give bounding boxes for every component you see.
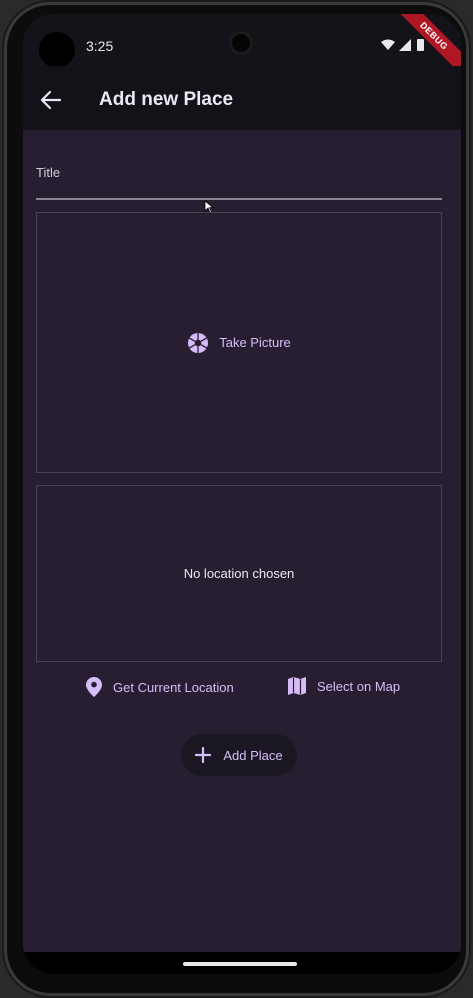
location-status: No location chosen — [183, 566, 295, 581]
image-preview-box: Take Picture — [36, 212, 442, 473]
battery-icon — [417, 39, 424, 51]
location-pin-icon — [86, 677, 102, 697]
select-on-map-button[interactable]: Select on Map — [287, 676, 400, 696]
get-current-location-label: Get Current Location — [113, 679, 234, 695]
camera-cutout — [39, 32, 75, 68]
map-icon — [288, 677, 306, 695]
plus-icon — [195, 747, 212, 763]
signal-icon — [399, 39, 411, 51]
page-title: Add new Place — [99, 89, 234, 110]
device-screen: 3:25 DEBUG Add new Place Title Take Pict… — [23, 14, 461, 974]
status-time: 3:25 — [86, 38, 114, 54]
location-actions: Get Current Location Select on Map — [23, 676, 461, 706]
take-picture-label: Take Picture — [219, 335, 291, 350]
status-icons — [381, 39, 424, 51]
wifi-icon — [381, 39, 395, 50]
gesture-nav-bar — [23, 952, 461, 974]
phone-frame: 3:25 DEBUG Add new Place Title Take Pict… — [4, 2, 469, 996]
title-underline — [36, 198, 442, 200]
home-indicator[interactable] — [183, 962, 297, 966]
location-preview-box: No location chosen — [36, 485, 442, 662]
main-content: Title Take Picture No location chosen Ge… — [23, 130, 461, 952]
add-place-label: Add Place — [223, 747, 283, 763]
status-bar: 3:25 DEBUG — [23, 14, 461, 81]
title-input[interactable] — [36, 154, 446, 200]
title-field[interactable]: Title — [36, 154, 446, 202]
add-place-button[interactable]: Add Place — [181, 734, 297, 776]
take-picture-button[interactable]: Take Picture — [187, 332, 291, 354]
back-arrow-icon[interactable] — [37, 86, 65, 114]
select-on-map-label: Select on Map — [317, 678, 401, 694]
app-bar: Add new Place — [23, 66, 461, 130]
get-current-location-button[interactable]: Get Current Location — [85, 676, 234, 698]
front-camera-icon — [229, 31, 253, 55]
camera-shutter-icon — [188, 332, 209, 353]
